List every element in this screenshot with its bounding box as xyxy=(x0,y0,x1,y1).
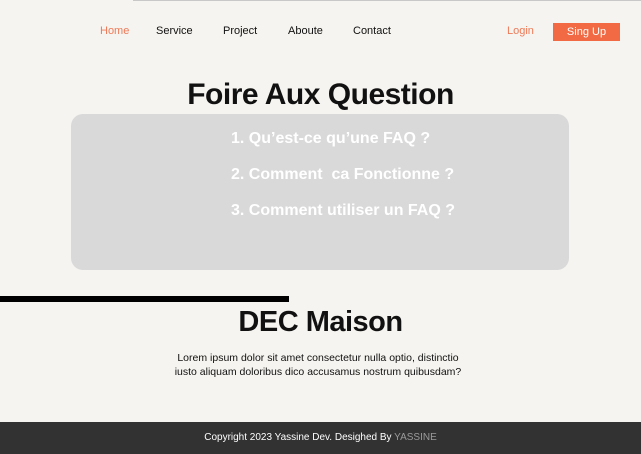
signup-button[interactable]: Sing Up xyxy=(553,23,620,41)
login-link[interactable]: Login xyxy=(507,25,534,37)
main-nav: Home Service Project Aboute Contact Logi… xyxy=(0,24,641,40)
nav-item-service[interactable]: Service xyxy=(156,25,193,37)
nav-item-project[interactable]: Project xyxy=(223,25,257,37)
faq-question-3[interactable]: 3. Comment utiliser un FAQ ? xyxy=(231,202,455,220)
faq-question-1[interactable]: 1. Qu’est-ce qu’une FAQ ? xyxy=(231,130,430,148)
footer: Copyright 2023 Yassine Dev. Desighed By … xyxy=(0,422,641,454)
brand-title: DEC Maison xyxy=(238,306,403,338)
brand-description: Lorem ipsum dolor sit amet consectetur n… xyxy=(174,352,462,378)
faq-title: Foire Aux Question xyxy=(187,78,454,111)
section-divider xyxy=(0,296,289,302)
faq-question-2[interactable]: 2. Comment ca Fonctionne ? xyxy=(231,166,454,184)
nav-item-contact[interactable]: Contact xyxy=(353,25,391,37)
footer-copyright: Copyright 2023 Yassine Dev. Desighed By xyxy=(204,432,395,443)
footer-author: YASSINE xyxy=(394,432,437,443)
faq-box: 1. Qu’est-ce qu’une FAQ ? 2. Comment ca … xyxy=(71,114,569,270)
page: Home Service Project Aboute Contact Logi… xyxy=(0,0,641,454)
nav-item-aboute[interactable]: Aboute xyxy=(288,25,323,37)
top-border-line xyxy=(133,0,641,1)
nav-item-home[interactable]: Home xyxy=(100,25,129,37)
